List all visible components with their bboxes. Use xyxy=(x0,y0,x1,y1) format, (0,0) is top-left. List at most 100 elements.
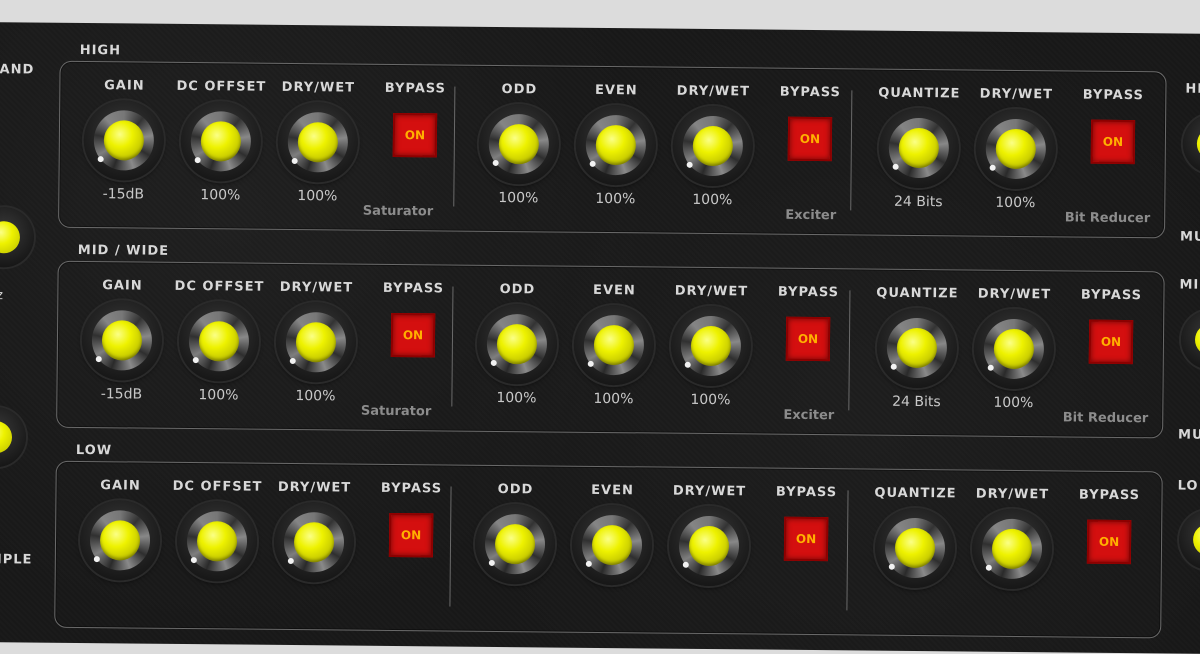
knob-value: 100% xyxy=(995,194,1036,212)
bypass-button[interactable]: ON xyxy=(1090,119,1136,165)
rotary-knob[interactable] xyxy=(273,501,355,583)
knob-value: -15dB xyxy=(102,186,145,203)
knob-label: DRY/WET xyxy=(674,283,749,300)
bypass-button[interactable]: ON xyxy=(1086,519,1132,565)
bypass-control: BYPASS ON xyxy=(368,281,459,358)
side-knob[interactable] xyxy=(0,206,35,268)
rotary-knob[interactable] xyxy=(474,503,556,585)
bypass-button[interactable]: ON xyxy=(390,312,436,358)
rotary-knob[interactable] xyxy=(476,303,558,385)
knob-control: DRY/WET 100% xyxy=(270,280,361,405)
rotary-knob[interactable] xyxy=(178,300,260,382)
rotary-knob[interactable] xyxy=(878,107,960,189)
knob-value: 24 Bits xyxy=(892,393,941,411)
knob-indicator-icon xyxy=(287,557,294,565)
bypass-button[interactable]: ON xyxy=(392,112,438,158)
knob-control: DC OFFSET 100% xyxy=(175,79,266,204)
side-knob[interactable] xyxy=(1178,509,1200,571)
left-value-fragment: Hz xyxy=(0,288,5,304)
knob-label: DRY/WET xyxy=(277,479,352,496)
rotary-knob[interactable] xyxy=(668,505,750,587)
knob-control: DRY/WET xyxy=(967,487,1058,596)
bypass-label: BYPASS xyxy=(777,284,840,301)
rotary-knob[interactable] xyxy=(876,307,958,389)
rotary-knob[interactable] xyxy=(478,103,560,185)
bypass-button[interactable]: ON xyxy=(787,116,833,162)
knob-label: EVEN xyxy=(591,482,634,499)
knob-label: GAIN xyxy=(102,278,143,294)
knob-indicator-icon xyxy=(192,357,199,364)
rotary-knob[interactable] xyxy=(874,507,956,589)
knob-control: DRY/WET 100% xyxy=(665,284,756,409)
knob-indicator-icon xyxy=(289,357,296,365)
section-name: Exciter xyxy=(783,407,835,424)
side-knob[interactable] xyxy=(1180,309,1200,371)
knob-control: GAIN -15dB xyxy=(76,278,167,403)
rotary-knob[interactable] xyxy=(81,299,163,381)
knob-indicator-icon xyxy=(190,557,197,564)
knob-indicator-icon xyxy=(587,360,594,367)
rotary-knob[interactable] xyxy=(575,104,657,186)
bypass-label: BYPASS xyxy=(1080,287,1143,304)
rotary-knob[interactable] xyxy=(973,308,1055,390)
knob-label: ODD xyxy=(501,82,538,98)
bypass-button[interactable]: ON xyxy=(1088,319,1134,365)
bypass-control: BYPASS ON xyxy=(370,81,461,158)
knob-label: DC OFFSET xyxy=(176,78,267,95)
knob-indicator-icon xyxy=(987,364,994,371)
right-label-fragment: LO xyxy=(1177,478,1199,494)
side-knob[interactable] xyxy=(0,406,27,468)
knob-indicator-icon xyxy=(585,560,592,567)
side-knob[interactable] xyxy=(1182,113,1200,175)
rotary-knob[interactable] xyxy=(571,504,653,586)
knob-value: 100% xyxy=(496,389,537,407)
knob-control: QUANTIZE xyxy=(870,486,961,595)
rotary-knob[interactable] xyxy=(670,305,752,387)
bypass-button[interactable]: ON xyxy=(783,516,829,562)
bypass-control: BYPASS ON xyxy=(1066,287,1157,365)
knob-value: 100% xyxy=(692,191,733,209)
rotary-knob[interactable] xyxy=(176,500,258,582)
knob-label: DRY/WET xyxy=(672,483,747,500)
knob-value: 100% xyxy=(198,387,239,404)
knob-control: GAIN xyxy=(75,478,166,587)
rotary-knob[interactable] xyxy=(573,304,655,386)
knob-label: DRY/WET xyxy=(281,79,356,96)
knob-indicator-icon xyxy=(490,359,497,366)
knob-value: 24 Bits xyxy=(893,193,943,211)
rotary-knob[interactable] xyxy=(672,105,754,187)
rotary-knob[interactable] xyxy=(79,499,161,581)
knob-indicator-icon xyxy=(684,361,691,368)
knob-label: DRY/WET xyxy=(279,279,354,296)
bypass-button[interactable]: ON xyxy=(388,512,434,558)
rotary-knob[interactable] xyxy=(83,100,165,181)
bypass-control: BYPASS ON xyxy=(1064,487,1155,565)
bypass-label: BYPASS xyxy=(380,480,443,497)
rotary-knob[interactable] xyxy=(971,508,1053,590)
knob-label: DC OFFSET xyxy=(172,478,263,495)
knob-control: ODD xyxy=(470,482,561,591)
section-name: Bit Reducer xyxy=(1064,210,1151,227)
knob-label: EVEN xyxy=(594,82,638,99)
rotary-knob[interactable] xyxy=(275,301,357,383)
bypass-button[interactable]: ON xyxy=(785,316,831,362)
rotary-knob[interactable] xyxy=(180,100,262,182)
band-title: MID / WIDE xyxy=(77,242,170,259)
knob-control: EVEN 100% xyxy=(568,283,659,408)
knob-label: DRY/WET xyxy=(979,86,1054,103)
knob-control: DRY/WET xyxy=(664,484,755,593)
knob-label: DRY/WET xyxy=(977,286,1052,303)
rotary-knob[interactable] xyxy=(975,108,1057,190)
knob-control: DRY/WET 100% xyxy=(272,80,363,205)
section-name: Saturator xyxy=(360,403,432,420)
bypass-control: BYPASS ON xyxy=(761,485,852,562)
bypass-label: BYPASS xyxy=(1082,87,1144,104)
left-label-fragment: MPLE xyxy=(0,552,33,568)
knob-control: QUANTIZE 24 Bits xyxy=(871,286,962,411)
knob-value: 100% xyxy=(200,187,241,204)
knob-indicator-icon xyxy=(97,156,104,163)
knob-indicator-icon xyxy=(888,563,895,570)
knob-control: ODD 100% xyxy=(473,82,564,207)
rotary-knob[interactable] xyxy=(277,101,359,183)
knob-label: DC OFFSET xyxy=(174,278,265,295)
